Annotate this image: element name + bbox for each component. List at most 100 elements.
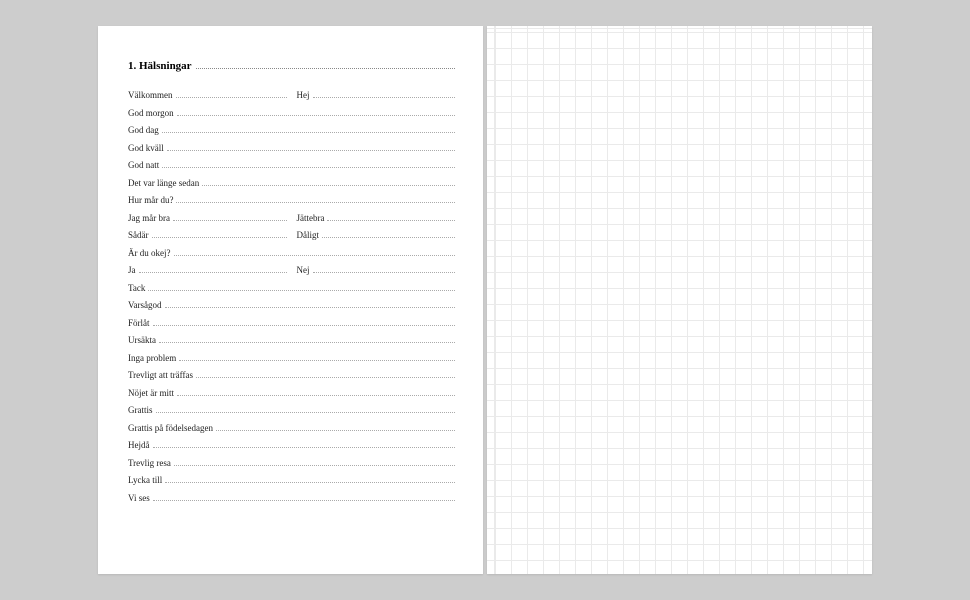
dotted-line (174, 459, 455, 466)
list-entry: Trevlig resa (128, 458, 455, 468)
term-label: Trevlig resa (128, 458, 174, 468)
list-entry: God dag (128, 125, 455, 135)
dotted-line (327, 214, 455, 221)
list-entry: Sådär (128, 230, 287, 240)
list-row: Varsågod (128, 300, 455, 310)
dotted-line (177, 109, 455, 116)
dotted-line (322, 231, 455, 238)
heading-row: 1. Hälsningar (128, 60, 455, 72)
list-entry: Hej (297, 90, 456, 100)
list-row: God kväll (128, 143, 455, 153)
vocabulary-list: Välkommen Hej God morgon God dag God kväll Go… (128, 90, 455, 503)
dotted-line (313, 91, 456, 98)
list-entry: Varsågod (128, 300, 455, 310)
term-label: Ja (128, 265, 139, 275)
term-label: Lycka till (128, 475, 165, 485)
dotted-line (152, 231, 287, 238)
dotted-line (173, 214, 287, 221)
dotted-line (139, 266, 287, 273)
list-entry: Dåligt (297, 230, 456, 240)
list-row: Sådär Dåligt (128, 230, 455, 240)
term-label: Ursäkta (128, 335, 159, 345)
page-title: 1. Hälsningar (128, 60, 192, 72)
dotted-line (159, 336, 455, 343)
list-row: God natt (128, 160, 455, 170)
list-entry: Jättebra (297, 213, 456, 223)
list-entry: Grattis på födelsedagen (128, 423, 455, 433)
list-row: God dag (128, 125, 455, 135)
list-entry: Ursäkta (128, 335, 455, 345)
list-row: Nöjet är mitt (128, 388, 455, 398)
list-entry: Tack (128, 283, 455, 293)
list-entry: Nöjet är mitt (128, 388, 455, 398)
list-entry: God kväll (128, 143, 455, 153)
term-label: Dåligt (297, 230, 323, 240)
dotted-line (165, 476, 455, 483)
list-entry: Nej (297, 265, 456, 275)
list-entry: God natt (128, 160, 455, 170)
list-entry: Vi ses (128, 493, 455, 503)
term-label: Det var länge sedan (128, 178, 202, 188)
right-page-grid (487, 26, 872, 574)
list-entry: Hur mår du? (128, 195, 455, 205)
dotted-line (167, 144, 455, 151)
list-entry: Hejdå (128, 440, 455, 450)
list-row: Hejdå (128, 440, 455, 450)
dotted-line (313, 266, 456, 273)
heading-dotted-line (196, 61, 455, 69)
page-spread: 1. Hälsningar Välkommen Hej God morgon God … (98, 26, 872, 574)
list-row: Ursäkta (128, 335, 455, 345)
dotted-line (153, 441, 456, 448)
list-row: Trevlig resa (128, 458, 455, 468)
term-label: Grattis på födelsedagen (128, 423, 216, 433)
term-label: Förlåt (128, 318, 153, 328)
list-row: Trevligt att träffas (128, 370, 455, 380)
list-row: Ja Nej (128, 265, 455, 275)
dotted-line (153, 319, 456, 326)
term-label: God kväll (128, 143, 167, 153)
list-entry: Är du okej? (128, 248, 455, 258)
list-row: Inga problem (128, 353, 455, 363)
term-label: Trevligt att träffas (128, 370, 196, 380)
list-row: Grattis på födelsedagen (128, 423, 455, 433)
list-entry: Förlåt (128, 318, 455, 328)
dotted-line (177, 389, 455, 396)
dotted-line (156, 406, 456, 413)
term-label: Jag mår bra (128, 213, 173, 223)
list-row: Jag mår bra Jättebra (128, 213, 455, 223)
dotted-line (174, 249, 456, 256)
dotted-line (179, 354, 455, 361)
term-label: Nej (297, 265, 313, 275)
list-entry: Ja (128, 265, 287, 275)
dotted-line (148, 284, 455, 291)
list-entry: Grattis (128, 405, 455, 415)
term-label: God natt (128, 160, 162, 170)
list-entry: Välkommen (128, 90, 287, 100)
term-label: Grattis (128, 405, 156, 415)
term-label: Inga problem (128, 353, 179, 363)
list-row: God morgon (128, 108, 455, 118)
list-row: Välkommen Hej (128, 90, 455, 100)
term-label: Varsågod (128, 300, 165, 310)
term-label: Välkommen (128, 90, 176, 100)
list-entry: Lycka till (128, 475, 455, 485)
list-entry: God morgon (128, 108, 455, 118)
term-label: Hejdå (128, 440, 153, 450)
term-label: Tack (128, 283, 148, 293)
dotted-line (216, 424, 455, 431)
dotted-line (176, 196, 455, 203)
list-entry: Inga problem (128, 353, 455, 363)
list-row: Grattis (128, 405, 455, 415)
term-label: Hej (297, 90, 313, 100)
list-row: Förlåt (128, 318, 455, 328)
list-row: Lycka till (128, 475, 455, 485)
dotted-line (162, 126, 455, 133)
term-label: Är du okej? (128, 248, 174, 258)
term-label: Jättebra (297, 213, 328, 223)
dotted-line (202, 179, 455, 186)
dotted-line (153, 494, 455, 501)
dotted-line (162, 161, 455, 168)
dotted-line (165, 301, 456, 308)
term-label: Sådär (128, 230, 152, 240)
list-entry: Trevligt att träffas (128, 370, 455, 380)
